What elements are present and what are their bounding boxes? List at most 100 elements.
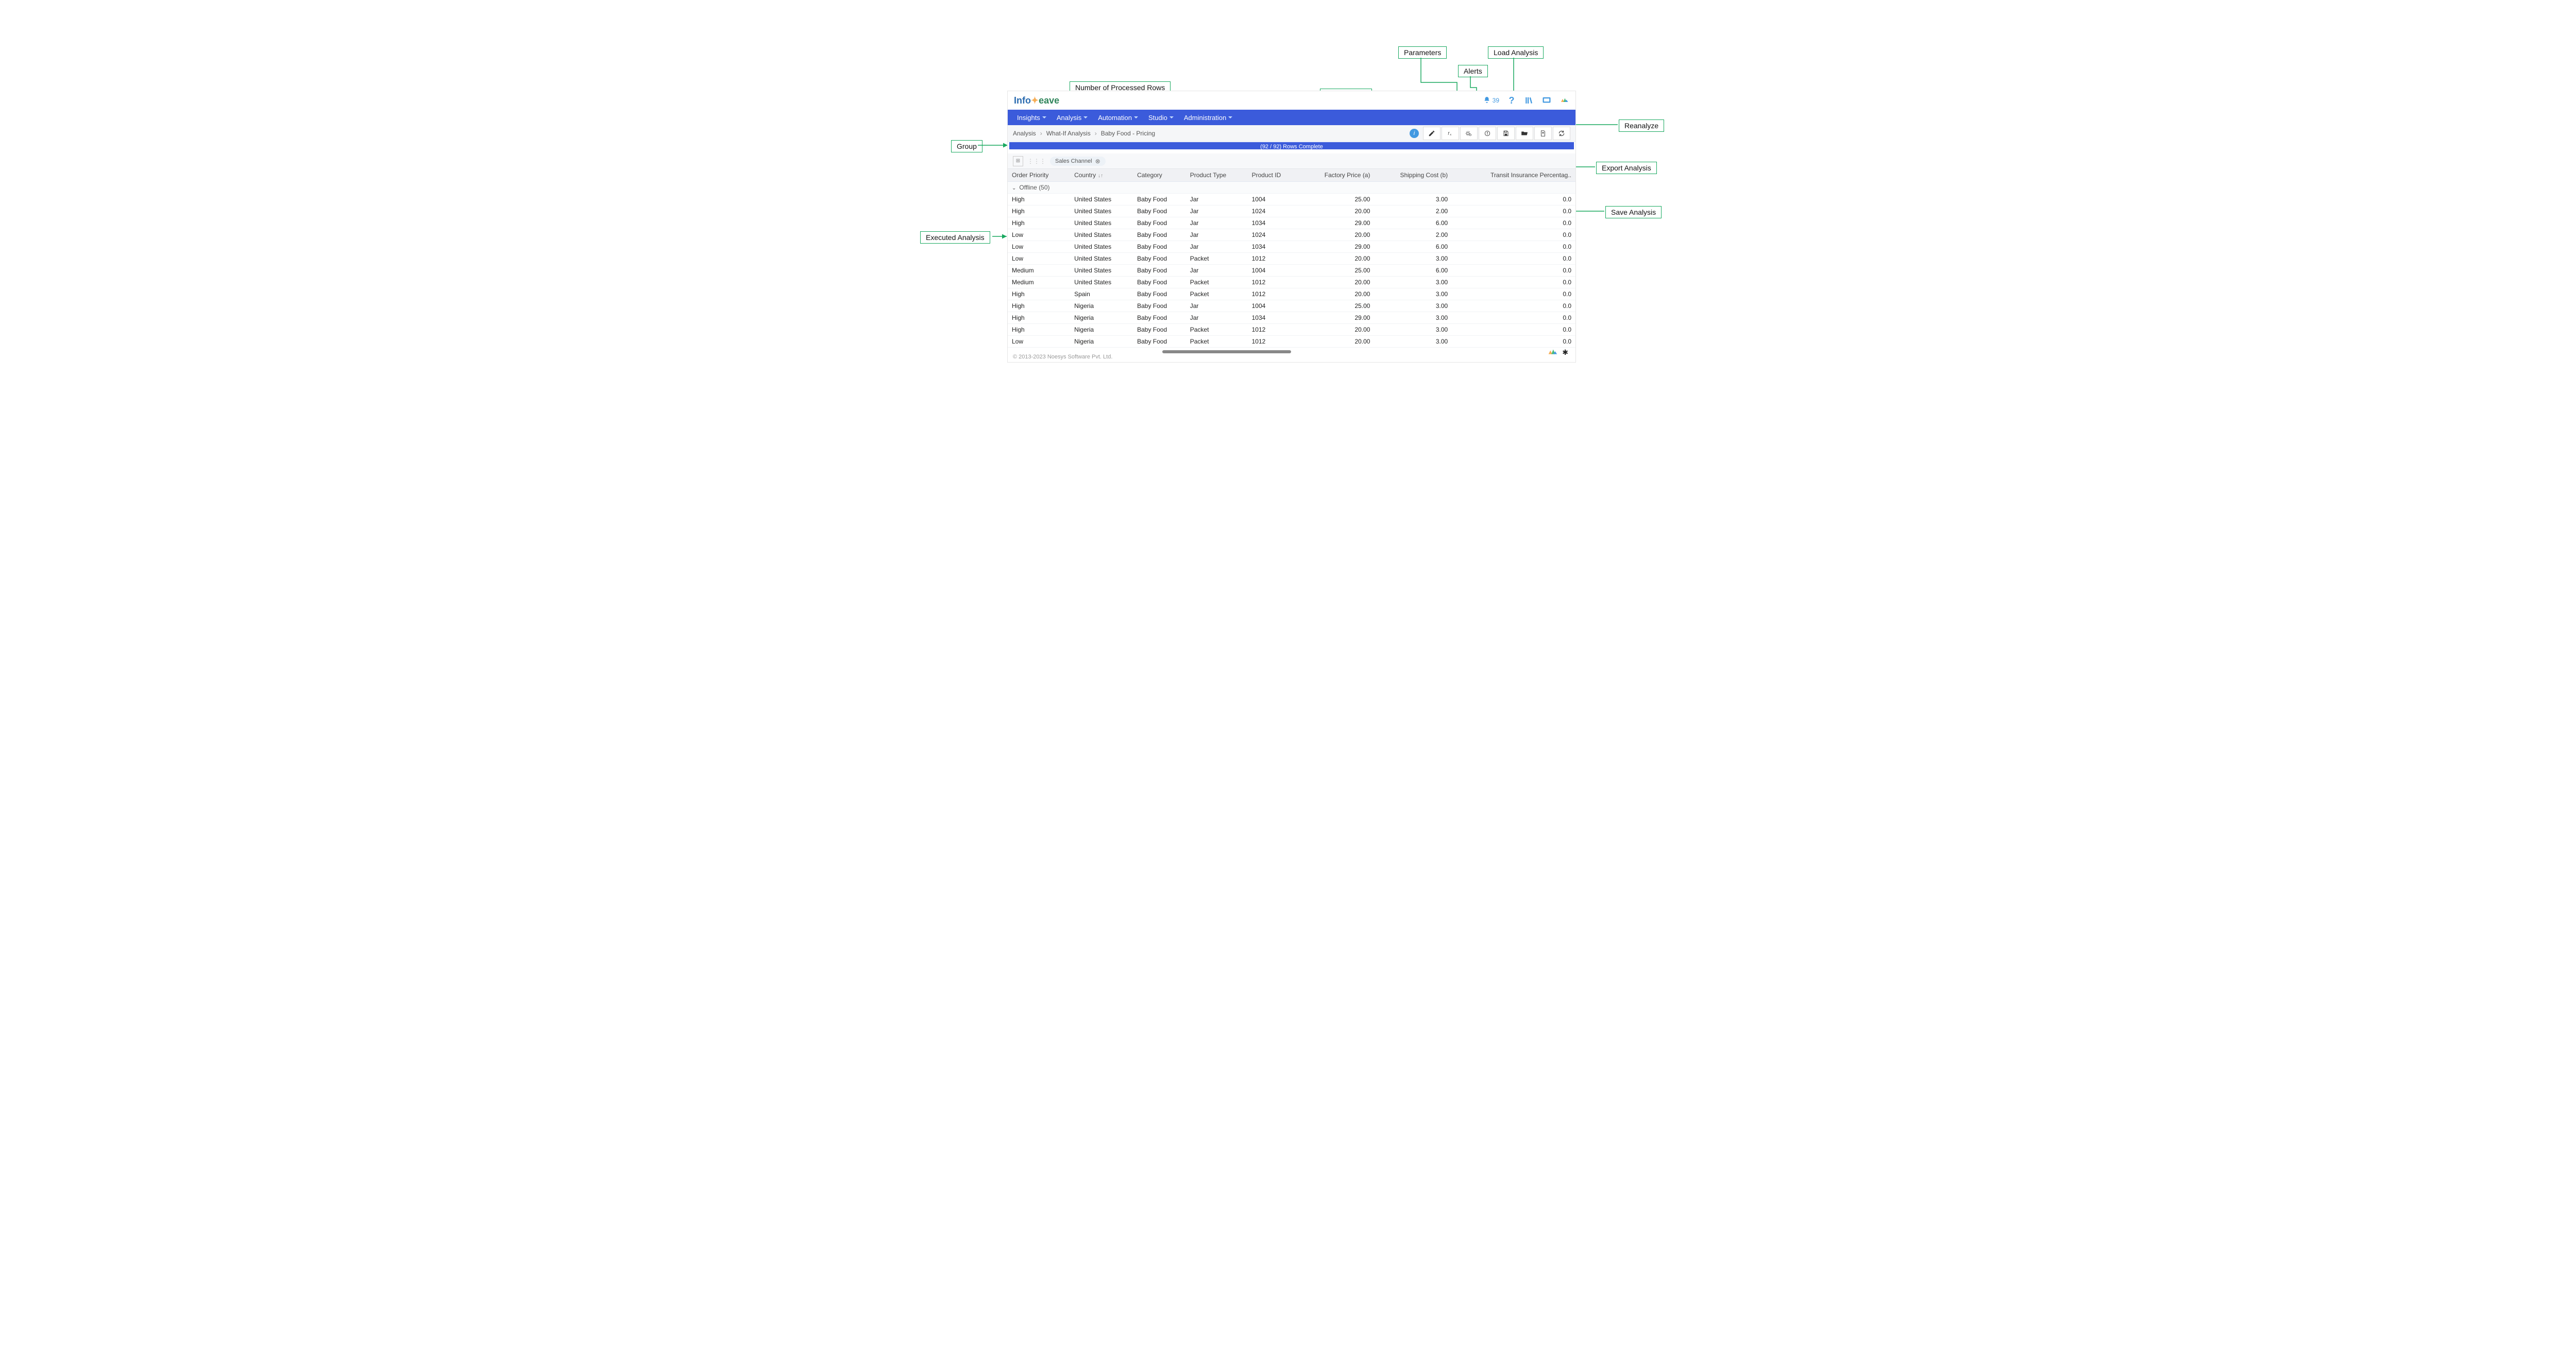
table-cell: United States	[1070, 205, 1133, 217]
table-cell: 3.00	[1374, 312, 1452, 324]
table-cell: 29.00	[1299, 241, 1374, 253]
table-cell: 6.00	[1374, 217, 1452, 229]
table-row[interactable]: LowUnited StatesBaby FoodPacket101220.00…	[1008, 253, 1575, 265]
table-cell: Jar	[1186, 205, 1248, 217]
table-row[interactable]: HighNigeriaBaby FoodJar103429.003.000.0	[1008, 312, 1575, 324]
column-header[interactable]: Order Priority	[1008, 169, 1070, 182]
table-cell: United States	[1070, 241, 1133, 253]
close-icon[interactable]: ⊗	[1095, 158, 1100, 165]
library-icon[interactable]	[1524, 95, 1534, 106]
edit-formula-button[interactable]: fx	[1442, 127, 1459, 140]
chevron-down-icon	[1042, 116, 1046, 118]
grip-icon: ⋮⋮⋮	[1027, 158, 1046, 165]
column-header[interactable]: Transit Insurance Percentag..	[1452, 169, 1575, 182]
table-row[interactable]: LowUnited StatesBaby FoodJar103429.006.0…	[1008, 241, 1575, 253]
app-header: Info✦eave 39 ?	[1008, 91, 1575, 110]
table-row[interactable]: LowNigeriaBaby FoodPacket101220.003.000.…	[1008, 336, 1575, 348]
table-row[interactable]: HighSpainBaby FoodPacket101220.003.000.0	[1008, 288, 1575, 300]
group-header-row[interactable]: ⌄Offline (50)	[1008, 182, 1575, 194]
progress-bar: (92 / 92) Rows Complete	[1009, 142, 1574, 149]
column-header[interactable]: Category	[1133, 169, 1186, 182]
footer-text: © 2013-2023 Noesys Software Pvt. Ltd.	[1013, 354, 1112, 360]
callout-export-analysis: Export Analysis	[1596, 162, 1657, 174]
table-cell: 3.00	[1374, 324, 1452, 336]
info-icon[interactable]: i	[1410, 129, 1419, 138]
export-analysis-button[interactable]	[1534, 127, 1552, 140]
column-header[interactable]: Factory Price (a)	[1299, 169, 1374, 182]
monitor-icon[interactable]	[1541, 95, 1552, 106]
alerts-button[interactable]	[1479, 127, 1496, 140]
table-cell: 6.00	[1374, 265, 1452, 277]
table-cell: Packet	[1186, 288, 1248, 300]
table-cell: 0.0	[1452, 336, 1575, 348]
notifications[interactable]: 39	[1483, 96, 1499, 105]
table-row[interactable]: HighNigeriaBaby FoodPacket101220.003.000…	[1008, 324, 1575, 336]
table-cell: 1012	[1248, 253, 1300, 265]
crumb-1[interactable]: What-If Analysis	[1046, 130, 1091, 137]
table-row[interactable]: HighNigeriaBaby FoodJar100425.003.000.0	[1008, 300, 1575, 312]
column-header[interactable]: Product ID	[1248, 169, 1300, 182]
callout-group: Group	[951, 140, 982, 152]
table-cell: Low	[1008, 241, 1070, 253]
parameters-button[interactable]	[1460, 127, 1478, 140]
nav-administration[interactable]: Administration	[1180, 112, 1236, 124]
table-cell: Jar	[1186, 300, 1248, 312]
table-cell: United States	[1070, 229, 1133, 241]
nav-analysis[interactable]: Analysis	[1053, 112, 1092, 124]
column-header[interactable]: Country↓↑	[1070, 169, 1133, 182]
table-cell: Medium	[1008, 277, 1070, 288]
table-cell: Jar	[1186, 265, 1248, 277]
table-row[interactable]: MediumUnited StatesBaby FoodPacket101220…	[1008, 277, 1575, 288]
nav-automation[interactable]: Automation	[1094, 112, 1142, 124]
save-analysis-button[interactable]	[1497, 127, 1515, 140]
table-cell: 20.00	[1299, 288, 1374, 300]
brand-mark-icon[interactable]	[1559, 95, 1569, 106]
table-row[interactable]: LowUnited StatesBaby FoodJar102420.002.0…	[1008, 229, 1575, 241]
breadcrumb: Analysis › What-If Analysis › Baby Food …	[1013, 130, 1155, 137]
table-cell: 3.00	[1374, 300, 1452, 312]
table-cell: Baby Food	[1133, 288, 1186, 300]
table-row[interactable]: HighUnited StatesBaby FoodJar102420.002.…	[1008, 205, 1575, 217]
table-row[interactable]: MediumUnited StatesBaby FoodJar100425.00…	[1008, 265, 1575, 277]
app-window: Info✦eave 39 ?	[1007, 91, 1576, 363]
reanalyze-button[interactable]	[1553, 127, 1570, 140]
sparkle-icon: ✱	[1562, 348, 1568, 357]
column-header[interactable]: Product Type	[1186, 169, 1248, 182]
table-row[interactable]: HighUnited StatesBaby FoodJar103429.006.…	[1008, 217, 1575, 229]
export-icon	[1539, 130, 1547, 137]
table-cell: Baby Food	[1133, 336, 1186, 348]
nav-studio[interactable]: Studio	[1144, 112, 1178, 124]
group-header-label: Offline (50)	[1019, 184, 1049, 191]
breadcrumb-row: Analysis › What-If Analysis › Baby Food …	[1008, 125, 1575, 142]
chevron-down-icon	[1134, 116, 1138, 118]
table-cell: Jar	[1186, 217, 1248, 229]
horizontal-scrollbar[interactable]	[1162, 350, 1291, 353]
table-cell: 1034	[1248, 217, 1300, 229]
group-chip[interactable]: Sales Channel ⊗	[1050, 157, 1106, 166]
table-cell: 1034	[1248, 241, 1300, 253]
table-cell: Jar	[1186, 229, 1248, 241]
load-analysis-button[interactable]	[1516, 127, 1533, 140]
crumb-2[interactable]: Baby Food - Pricing	[1101, 130, 1155, 137]
table-row[interactable]: HighUnited StatesBaby FoodJar100425.003.…	[1008, 194, 1575, 205]
table-cell: Low	[1008, 253, 1070, 265]
help-icon[interactable]: ?	[1506, 95, 1517, 106]
nav-insights[interactable]: Insights	[1013, 112, 1050, 124]
table-cell: Baby Food	[1133, 300, 1186, 312]
data-grid[interactable]: Order PriorityCountry↓↑CategoryProduct T…	[1008, 169, 1575, 349]
table-cell: 25.00	[1299, 194, 1374, 205]
table-cell: United States	[1070, 217, 1133, 229]
bell-icon	[1483, 96, 1490, 105]
toolbar: i fx	[1410, 127, 1570, 140]
table-cell: 1012	[1248, 277, 1300, 288]
edit-analysis-button[interactable]	[1423, 127, 1440, 140]
table-cell: Baby Food	[1133, 194, 1186, 205]
column-header[interactable]: Shipping Cost (b)	[1374, 169, 1452, 182]
table-cell: Medium	[1008, 265, 1070, 277]
group-toggle[interactable]: ⊞	[1013, 156, 1023, 166]
nav-bar: Insights Analysis Automation Studio Admi…	[1008, 110, 1575, 125]
crumb-0[interactable]: Analysis	[1013, 130, 1036, 137]
table-cell: Baby Food	[1133, 324, 1186, 336]
table-cell: Packet	[1186, 277, 1248, 288]
table-cell: High	[1008, 312, 1070, 324]
